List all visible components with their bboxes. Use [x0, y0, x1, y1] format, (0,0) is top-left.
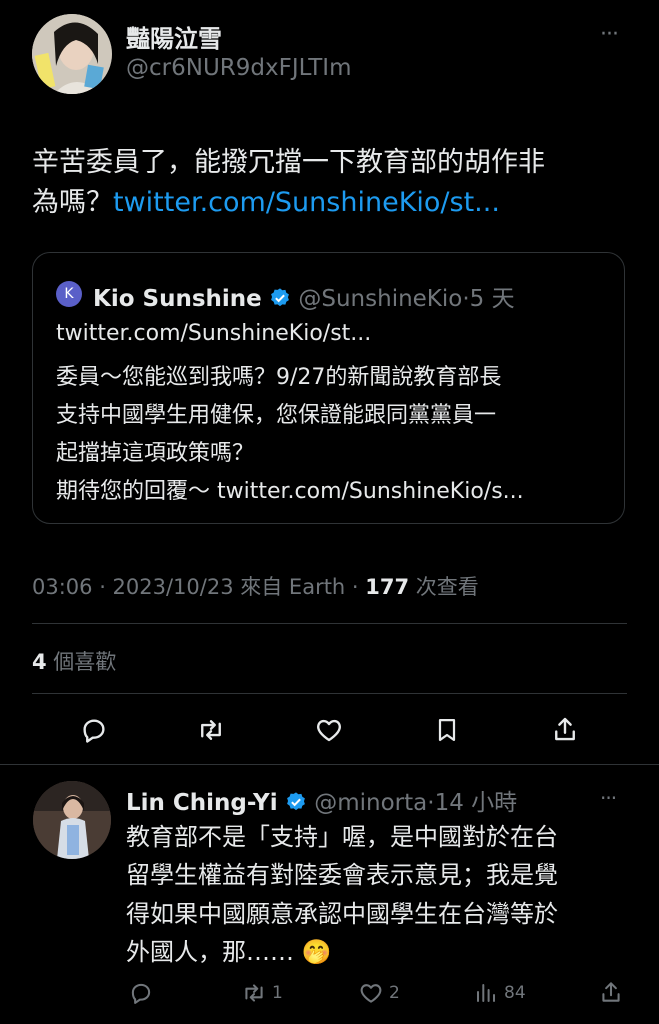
views-label: 次查看	[409, 575, 479, 599]
quote-time: 5 天	[469, 286, 515, 312]
reply-line-2: 留學生權益有對陸委會表示意見；我是覺	[126, 861, 558, 889]
quote-line-4: 起擋掉這項政策嗎？	[56, 441, 255, 466]
retweet-icon[interactable]	[195, 715, 227, 745]
quote-avatar: K	[56, 281, 82, 307]
reply-avatar[interactable]	[33, 781, 111, 859]
tweet-text-line-1: 辛苦委員了，能撥冗擋一下教育部的胡作非	[32, 147, 545, 178]
reply-line-4: 外國人，那…… 🤭	[126, 932, 332, 967]
quote-line-2: 委員～您能巡到我嗎？9/27的新聞說教育部長	[56, 365, 502, 390]
quote-link[interactable]: twitter.com/SunshineKio/s...	[217, 479, 524, 504]
views-count: 177	[365, 575, 410, 599]
reply-retweet-button[interactable]: 1	[240, 980, 283, 1006]
divider-1	[32, 623, 627, 624]
reply-retweet-count: 1	[272, 983, 283, 1003]
reply-header: Lin Ching-Yi @minorta·14 小時	[126, 783, 517, 819]
author-handle[interactable]: @cr6NUR9dxFJLTIm	[126, 55, 352, 81]
quote-author-handle: @SunshineKio	[298, 286, 463, 312]
divider-3	[0, 764, 659, 765]
reply-sep: ·	[427, 790, 435, 816]
author-avatar[interactable]	[32, 14, 112, 94]
reply-verified-badge-icon	[285, 791, 307, 819]
share-icon[interactable]	[550, 713, 580, 745]
likes-count: 4	[32, 650, 47, 674]
reply-icon[interactable]	[79, 715, 109, 745]
reply-author-handle[interactable]: @minorta	[314, 790, 427, 816]
tweet-text-prefix: 為嗎？	[32, 187, 113, 218]
like-icon[interactable]	[313, 715, 345, 745]
quote-line-5: 期待您的回覆～ twitter.com/SunshineKio/s...	[56, 473, 524, 505]
likes-summary[interactable]: 4 個喜歡	[32, 646, 116, 676]
quote-line-1: twitter.com/SunshineKio/st...	[56, 321, 372, 346]
author-name[interactable]: 豔陽泣雪	[126, 19, 222, 54]
reply-time[interactable]: 14 小時	[435, 790, 518, 816]
tweet-link[interactable]: twitter.com/SunshineKio/st...	[113, 187, 500, 218]
reply-views-count: 84	[504, 983, 526, 1003]
views-icon	[474, 980, 498, 1006]
quote-header: Kio Sunshine @SunshineKio·5 天	[93, 279, 515, 315]
reply-line-1: 教育部不是「支持」喔，是中國對於在台	[126, 823, 558, 851]
hand-over-mouth-emoji: 🤭	[301, 938, 332, 966]
bookmark-icon[interactable]	[433, 714, 461, 746]
likes-label: 個喜歡	[46, 650, 117, 674]
reply-like-count: 2	[389, 983, 400, 1003]
quote-line-3: 支持中國學生用健保，您保證能跟同黨黨員一	[56, 403, 497, 428]
quote-sep: ·	[462, 286, 470, 312]
reply-views-button[interactable]: 84	[474, 980, 526, 1006]
reply-line-4-text: 外國人，那……	[126, 938, 302, 966]
reply-share-icon[interactable]	[598, 978, 624, 1006]
reply-like-icon	[357, 980, 385, 1006]
quote-author-name: Kio Sunshine	[93, 286, 262, 312]
tweet-text-line-2: 為嗎？twitter.com/SunshineKio/st...	[32, 180, 500, 219]
reply-more-icon[interactable]: ···	[600, 786, 617, 810]
more-icon[interactable]: ···	[600, 22, 619, 47]
reply-line-3: 得如果中國願意承認中國學生在台灣等於	[126, 900, 558, 928]
verified-badge-icon	[269, 287, 291, 315]
reply-like-button[interactable]: 2	[357, 980, 400, 1006]
reply-author-name[interactable]: Lin Ching-Yi	[126, 790, 278, 816]
tweet-timestamp[interactable]: 03:06 · 2023/10/23 來自 Earth ·	[32, 575, 365, 599]
divider-2	[32, 693, 627, 694]
reply-retweet-icon	[240, 980, 268, 1006]
quote-line-5-prefix: 期待您的回覆～	[56, 479, 217, 504]
reply-reply-icon[interactable]	[128, 980, 154, 1006]
quote-tweet-card[interactable]: K Kio Sunshine @SunshineKio·5 天 twitter.…	[32, 252, 625, 524]
tweet-meta: 03:06 · 2023/10/23 來自 Earth · 177 次查看	[32, 571, 479, 601]
